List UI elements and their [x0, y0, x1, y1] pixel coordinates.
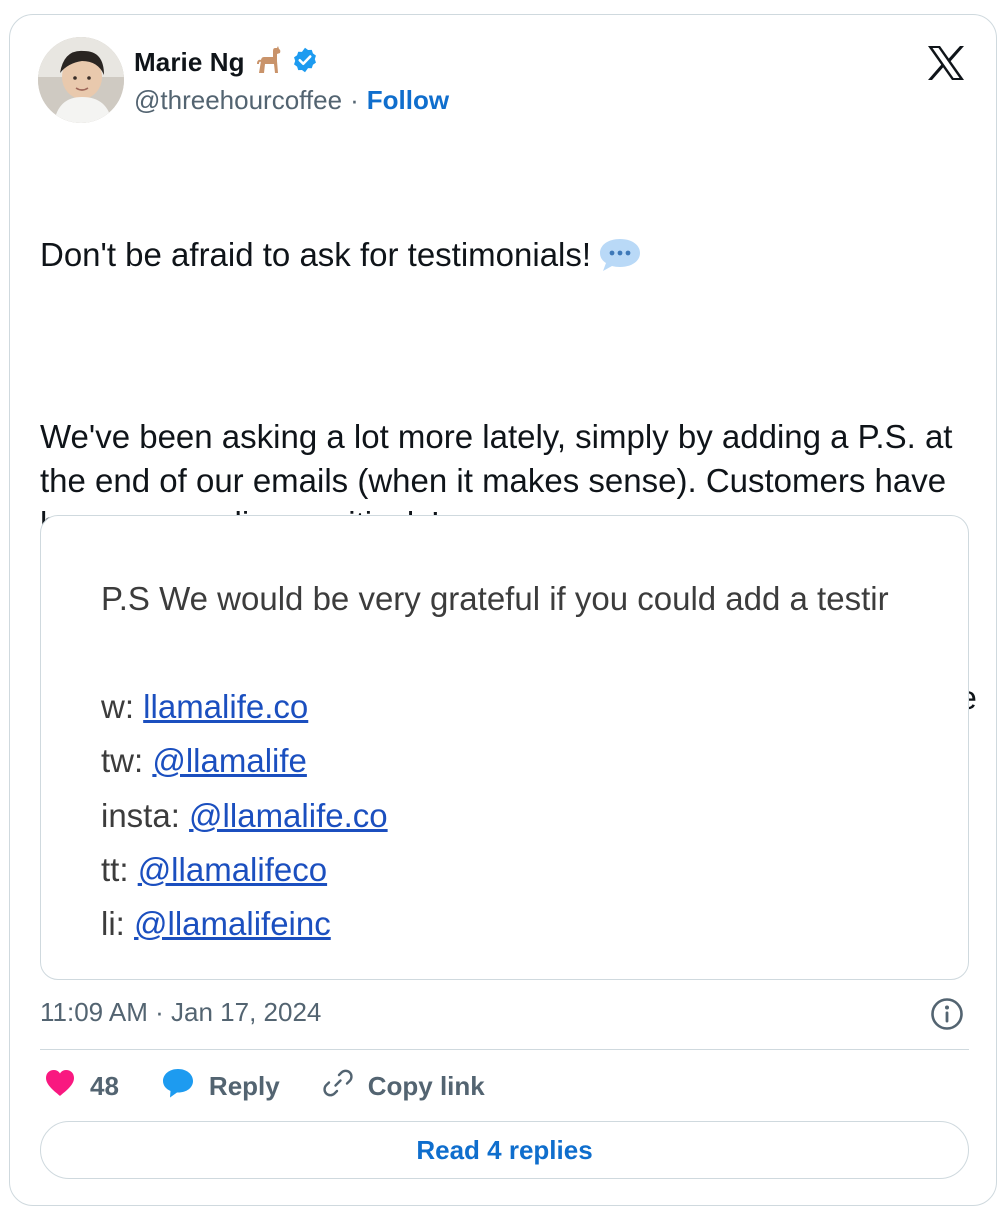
contact-label: tt: [101, 851, 129, 888]
contact-label: insta: [101, 797, 180, 834]
tweet-card: Marie Ng @threehourcoffee · Follow Don't [9, 14, 997, 1206]
contact-label: w: [101, 688, 134, 725]
reply-button[interactable]: Reply [161, 1067, 280, 1106]
follow-button[interactable]: Follow [367, 85, 449, 116]
contact-link: @llamalife [152, 742, 307, 779]
separator-dot: · [350, 85, 359, 115]
contact-link: @llamalifeco [137, 851, 328, 888]
llama-emoji-icon [253, 45, 283, 80]
avatar[interactable] [38, 37, 124, 123]
like-count: 48 [90, 1071, 119, 1101]
action-bar: 48 Reply Copy link [44, 1067, 527, 1106]
tweet-paragraph: Don't be afraid to ask for testimonials! [40, 233, 980, 285]
tweet-timestamp[interactable]: 11:09 AM · Jan 17, 2024 [40, 997, 321, 1028]
contact-line: w: llamalife.co [101, 688, 308, 726]
contact-label: tw: [101, 742, 144, 779]
contact-link: @llamalifeinc [134, 905, 331, 942]
x-logo-icon[interactable] [926, 45, 966, 81]
link-icon [322, 1067, 354, 1106]
contact-line: li: @llamalifeinc [101, 905, 331, 943]
contact-line: tt: @llamalifeco [101, 851, 327, 889]
reply-label: Reply [208, 1071, 280, 1101]
email-ps-text: P.S We would be very grateful if you cou… [101, 580, 889, 617]
info-icon[interactable] [930, 997, 964, 1031]
author-display-name[interactable]: Marie Ng [134, 47, 245, 78]
contact-label: li: [101, 905, 125, 942]
author-name-row: Marie Ng [134, 45, 319, 80]
copy-link-button[interactable]: Copy link [322, 1067, 485, 1106]
contact-link: @llamalife.co [189, 797, 388, 834]
like-button[interactable]: 48 [44, 1068, 119, 1105]
read-replies-button[interactable]: Read 4 replies [40, 1121, 969, 1179]
verified-badge-icon [291, 46, 319, 79]
speech-bubble-emoji-icon [597, 236, 643, 285]
attached-image[interactable]: P.S We would be very grateful if you cou… [40, 515, 969, 980]
author-handle-row: @threehourcoffee · Follow [134, 85, 449, 116]
divider [40, 1049, 969, 1050]
contact-line: insta: @llamalife.co [101, 797, 388, 835]
copy-link-label: Copy link [367, 1071, 485, 1101]
reply-bubble-icon [161, 1067, 195, 1106]
contact-line: tw: @llamalife [101, 742, 307, 780]
heart-icon [44, 1068, 76, 1105]
contact-link: llamalife.co [143, 688, 309, 725]
author-handle[interactable]: @threehourcoffee [134, 85, 342, 116]
